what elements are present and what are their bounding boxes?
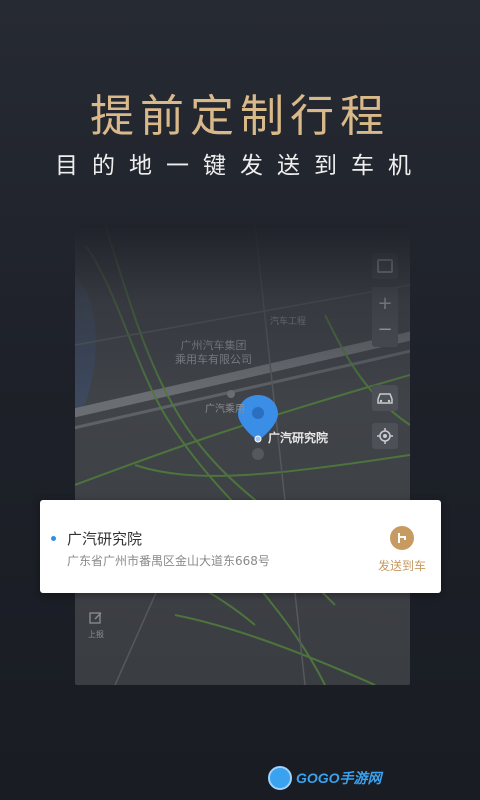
edit-icon xyxy=(89,612,102,624)
phone-map-mockup: 汽车工程 广州汽车集团 乘用车有限公司 广汽乘用 广汽研究院 + − 上报 xyxy=(75,225,410,685)
layers-icon xyxy=(377,259,393,273)
car-icon xyxy=(377,393,393,404)
zoom-out-button[interactable]: − xyxy=(377,317,392,343)
destination-address: 广东省广州市番禺区金山大道东668号 xyxy=(67,554,270,568)
report-label: 上报 xyxy=(88,630,104,639)
layers-button[interactable] xyxy=(372,253,398,279)
send-label: 发送到车 xyxy=(377,559,426,573)
map-roads xyxy=(75,225,410,685)
zoom-control: + − xyxy=(372,287,398,347)
locate-icon xyxy=(377,428,393,444)
watermark-text: GOGO手游网 xyxy=(296,770,382,786)
map-label-company: 广州汽车集团 乘用车有限公司 xyxy=(175,339,252,366)
send-to-car-button[interactable]: 发送到车 xyxy=(370,526,434,576)
watermark-logo: GOGO手游网 xyxy=(268,764,382,792)
map-poi-label: 广汽研究院 xyxy=(268,431,329,445)
car-button[interactable] xyxy=(372,385,398,411)
map-label-bus-stop: 广汽乘用 xyxy=(205,404,245,415)
headline: 提前定制行程 xyxy=(90,91,390,142)
report-button[interactable]: 上报 xyxy=(85,610,107,640)
destination-card[interactable]: 广汽研究院 广东省广州市番禺区金山大道东668号 发送到车 xyxy=(40,500,441,593)
destination-title: 广汽研究院 xyxy=(67,530,143,548)
zoom-in-button[interactable]: + xyxy=(377,291,392,317)
logo-icon xyxy=(268,766,292,790)
locate-button[interactable] xyxy=(372,423,398,449)
subhead: 目的地一键发送到车机 xyxy=(55,153,425,179)
map-label-partial: 汽车工程 xyxy=(270,317,307,327)
bullet-dot xyxy=(51,536,56,541)
send-icon xyxy=(390,526,414,550)
